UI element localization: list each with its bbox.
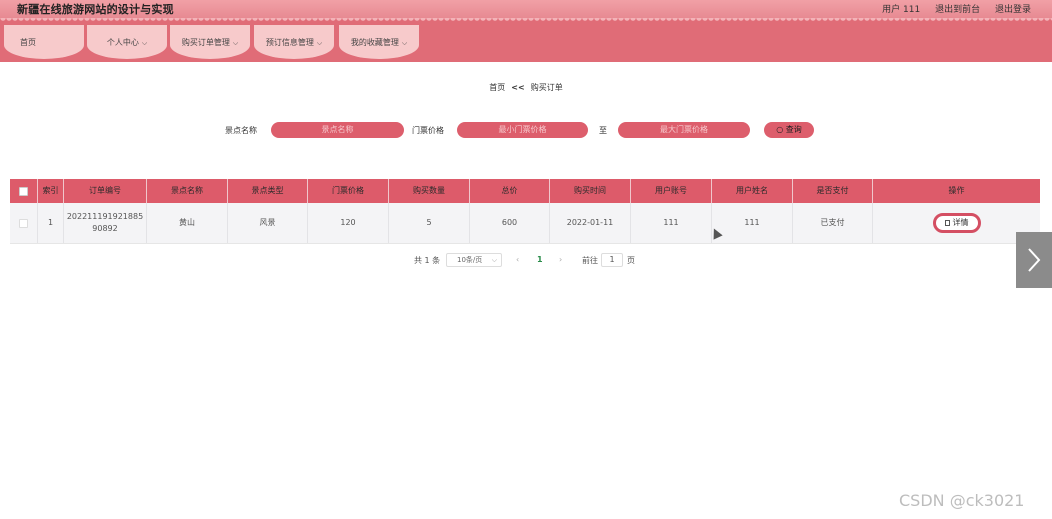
query-button[interactable]: ○ 查询 [764,122,814,138]
nav-favorites[interactable]: 我的收藏管理 ⌵ [339,25,419,59]
header-actions: 操作 [948,186,965,195]
cell-user-account: 111 [631,203,712,243]
select-all-cell [10,179,38,203]
nav-home[interactable]: 首页 [4,25,84,59]
pagination: 共 1 条 10条/页 ⌵ ‹ 1 › 前往 1 页 [0,253,1052,267]
breadcrumb-home[interactable]: 首页 [489,83,505,92]
breadcrumb-current: 购买订单 [530,83,563,92]
nav-decoration [0,18,1052,24]
nav-personal-center-label: 个人中心 [106,38,139,47]
scenic-name-label: 景点名称 [225,126,257,135]
nav-purchase-orders[interactable]: 购买订单管理 ⌵ [170,25,250,59]
back-to-frontend-link[interactable]: 退出到前台 [935,5,980,15]
next-slide-button[interactable] [1016,232,1052,288]
table-row: 1 202211191921885 90892 黄山 风景 120 5 600 … [10,203,1040,244]
header-purchase-time: 购买时间 [550,179,631,203]
document-icon [944,220,950,226]
prev-page-icon[interactable]: ‹ [516,255,519,264]
page-size-select[interactable]: 10条/页 ⌵ [446,253,502,267]
nav-booking-info-label: 预订信息管理 [265,38,314,47]
page-suffix: 页 [627,256,635,265]
header-scenic-type: 景点类型 [228,179,308,203]
cell-paid: 已支付 [793,203,873,243]
logout-link[interactable]: 退出登录 [995,5,1031,15]
user-name: 用户 111 [882,5,921,15]
row-checkbox[interactable] [19,218,28,228]
header-user-account: 用户账号 [631,179,712,203]
search-icon: ○ [776,125,784,134]
min-price-input[interactable] [457,122,588,138]
cell-index: 1 [38,203,64,243]
app-title: 新疆在线旅游网站的设计与实现 [17,3,174,16]
header-index: 索引 [38,179,64,203]
total-count: 共 1 条 [414,256,441,265]
goto-page-input[interactable]: 1 [601,253,623,267]
nav-home-label: 首页 [20,38,36,47]
goto-label: 前往 [582,256,598,265]
watermark: CSDN @ck3021 [899,491,1025,510]
header-quantity: 购买数量 [389,179,470,203]
chevron-down-icon: ⌵ [491,256,497,264]
cell-ticket-price: 120 [308,203,389,243]
cell-purchase-time: 2022-01-11 [550,203,631,243]
chevron-right-icon [1028,248,1041,272]
query-button-label: 查询 [785,125,802,134]
header-user-name: 用户姓名 [712,179,793,203]
chevron-down-icon: ⌵ [232,39,239,47]
header-order-no: 订单编号 [64,179,147,203]
table-header: 索引 订单编号 景点名称 景点类型 门票价格 购买数量 总价 购买时间 用户账号… [10,179,1040,203]
scenic-name-input[interactable] [271,122,404,138]
chevron-down-icon: ⌵ [401,39,408,47]
row-select-cell [10,203,38,243]
page-size-value: 10条/页 [457,256,483,264]
page-number-current[interactable]: 1 [537,255,543,264]
header-paid: 是否支付 [793,179,873,203]
top-bar: 新疆在线旅游网站的设计与实现 用户 111 退出到前台 退出登录 [0,0,1052,18]
chevron-down-icon: ⌵ [141,39,148,47]
header-scenic-name: 景点名称 [147,179,228,203]
order-no-line2: 90892 [92,224,118,233]
breadcrumb: 首页 << 购买订单 [0,82,1052,93]
nav-favorites-label: 我的收藏管理 [350,38,399,47]
cell-user-name: 111 [712,203,793,243]
nav-purchase-orders-label: 购买订单管理 [181,38,230,47]
detail-button-label: 详情 [952,218,969,227]
order-no-line1: 202211191921885 [66,212,144,221]
header-total: 总价 [470,179,550,203]
top-links: 用户 111 退出到前台 退出登录 [870,2,1031,15]
ticket-price-label: 门票价格 [412,126,444,135]
header-ticket-price: 门票价格 [308,179,389,203]
select-all-checkbox[interactable] [19,186,28,196]
cell-order-no: 202211191921885 90892 [64,203,147,243]
nav-booking-info[interactable]: 预订信息管理 ⌵ [254,25,334,59]
chevron-down-icon: ⌵ [316,39,323,47]
nav-personal-center[interactable]: 个人中心 ⌵ [87,25,167,59]
breadcrumb-separator: << [511,83,525,92]
search-form: 景点名称 门票价格 至 ○ 查询 [0,122,1052,138]
cell-total: 600 [470,203,550,243]
detail-button[interactable]: 详情 [932,213,981,233]
to-label: 至 [599,126,607,135]
cell-actions: 详情 [873,203,1040,243]
max-price-input[interactable] [618,122,750,138]
cell-scenic-name: 黄山 [147,203,228,243]
cell-scenic-type: 风景 [228,203,308,243]
orders-table: 索引 订单编号 景点名称 景点类型 门票价格 购买数量 总价 购买时间 用户账号… [10,179,1040,244]
cell-quantity: 5 [389,203,470,243]
next-page-icon[interactable]: › [559,255,562,264]
